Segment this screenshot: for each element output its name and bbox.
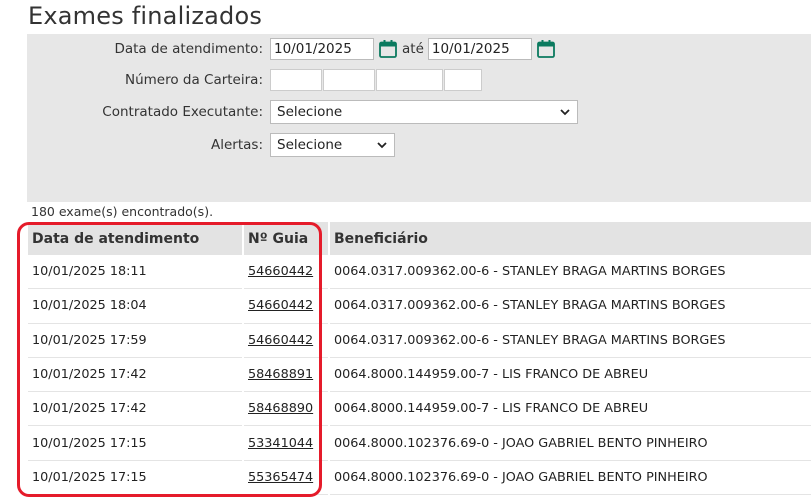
card-number-field-1[interactable] bbox=[270, 69, 322, 91]
table-row: 10/01/2025 18:04 54660442 0064.0317.0093… bbox=[28, 289, 811, 324]
date-label: Data de atendimento: bbox=[114, 41, 263, 57]
contractor-select[interactable]: Selecione bbox=[270, 100, 578, 124]
table-row: 10/01/2025 17:59 54660442 0064.0317.0093… bbox=[28, 324, 811, 358]
card-number-field-3[interactable] bbox=[376, 69, 443, 91]
guia-link[interactable]: 53341044 bbox=[248, 436, 313, 451]
contractor-label: Contratado Executante: bbox=[102, 104, 263, 120]
contractor-select-value: Selecione bbox=[277, 104, 343, 120]
row-beneficiary: 0064.8000.102376.69-0 - JOAO GABRIEL BEN… bbox=[330, 426, 811, 461]
row-beneficiary: 0064.0317.009362.00-6 - STANLEY BRAGA MA… bbox=[330, 289, 811, 324]
table-header-row: Data de atendimento Nº Guia Beneficiário bbox=[28, 222, 811, 255]
column-header-date[interactable]: Data de atendimento bbox=[28, 222, 242, 255]
guia-link[interactable]: 58468891 bbox=[248, 367, 313, 382]
table-row: 10/01/2025 18:11 54660442 0064.0317.0093… bbox=[28, 255, 811, 290]
row-date: 10/01/2025 17:15 bbox=[28, 461, 242, 496]
alerts-label: Alertas: bbox=[211, 137, 263, 153]
column-header-beneficiary[interactable]: Beneficiário bbox=[330, 222, 811, 255]
table-row: 10/01/2025 17:42 58468890 0064.8000.1449… bbox=[28, 392, 811, 427]
row-beneficiary: 0064.0317.009362.00-6 - STANLEY BRAGA MA… bbox=[330, 255, 811, 290]
table-row: 10/01/2025 17:15 55365474 0064.8000.1023… bbox=[28, 461, 811, 496]
calendar-icon[interactable] bbox=[535, 38, 557, 60]
chevron-down-icon bbox=[560, 109, 570, 116]
results-table: Data de atendimento Nº Guia Beneficiário… bbox=[26, 222, 811, 496]
chevron-down-icon bbox=[377, 142, 387, 149]
row-date: 10/01/2025 17:42 bbox=[28, 358, 242, 393]
row-beneficiary: 0064.0317.009362.00-6 - STANLEY BRAGA MA… bbox=[330, 324, 811, 358]
table-row: 10/01/2025 17:42 58468891 0064.8000.1449… bbox=[28, 358, 811, 393]
date-separator: até bbox=[402, 41, 424, 57]
guia-link[interactable]: 54660442 bbox=[248, 333, 313, 348]
row-beneficiary: 0064.8000.144959.00-7 - LIS FRANCO DE AB… bbox=[330, 358, 811, 393]
guia-link[interactable]: 58468890 bbox=[248, 401, 313, 416]
date-from-input[interactable] bbox=[270, 38, 374, 60]
alerts-select-value: Selecione bbox=[277, 137, 343, 153]
card-number-label: Número da Carteira: bbox=[124, 72, 263, 88]
card-number-field-2[interactable] bbox=[323, 69, 375, 91]
row-date: 10/01/2025 17:59 bbox=[28, 324, 242, 358]
column-header-guia[interactable]: Nº Guia bbox=[244, 222, 328, 255]
table-row: 10/01/2025 17:15 53341044 0064.8000.1023… bbox=[28, 426, 811, 461]
row-beneficiary: 0064.8000.144959.00-7 - LIS FRANCO DE AB… bbox=[330, 392, 811, 427]
row-beneficiary: 0064.8000.102376.69-0 - JOAO GABRIEL BEN… bbox=[330, 461, 811, 496]
alerts-select[interactable]: Selecione bbox=[270, 133, 395, 157]
filter-panel: Data de atendimento: até bbox=[27, 34, 811, 202]
row-date: 10/01/2025 18:04 bbox=[28, 289, 242, 324]
date-to-input[interactable] bbox=[427, 38, 532, 60]
page-title: Exames finalizados bbox=[28, 2, 263, 30]
results-count: 180 exame(s) encontrado(s). bbox=[31, 204, 214, 219]
guia-link[interactable]: 55365474 bbox=[248, 470, 313, 485]
row-date: 10/01/2025 18:11 bbox=[28, 255, 242, 290]
row-date: 10/01/2025 17:15 bbox=[28, 426, 242, 461]
row-date: 10/01/2025 17:42 bbox=[28, 392, 242, 427]
guia-link[interactable]: 54660442 bbox=[248, 264, 313, 279]
calendar-icon[interactable] bbox=[377, 38, 399, 60]
card-number-field-4[interactable] bbox=[444, 69, 482, 91]
guia-link[interactable]: 54660442 bbox=[248, 298, 313, 313]
